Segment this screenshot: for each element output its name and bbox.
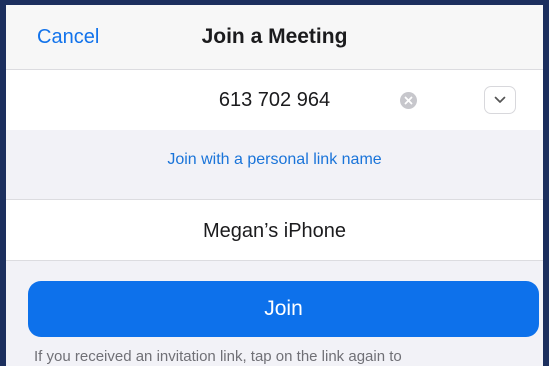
chevron-down-icon [494,96,506,103]
join-button-label: Join [264,297,303,320]
clear-icon[interactable] [400,92,417,109]
join-meeting-screen: Cancel Join a Meeting 613 702 964 Join w… [6,5,543,366]
meeting-id-row: 613 702 964 [6,70,543,131]
navigation-bar: Cancel Join a Meeting [6,5,543,70]
display-name-row [6,199,543,261]
personal-link-row: Join with a personal link name [6,130,543,200]
meeting-id-input[interactable]: 613 702 964 [6,89,543,112]
display-name-input[interactable] [6,220,543,243]
help-text: If you received an invitation link, tap … [34,348,402,365]
personal-link-button[interactable]: Join with a personal link name [6,151,543,169]
meeting-history-dropdown-button[interactable] [484,86,516,114]
page-title: Join a Meeting [201,25,348,48]
join-button[interactable]: Join [28,281,539,337]
